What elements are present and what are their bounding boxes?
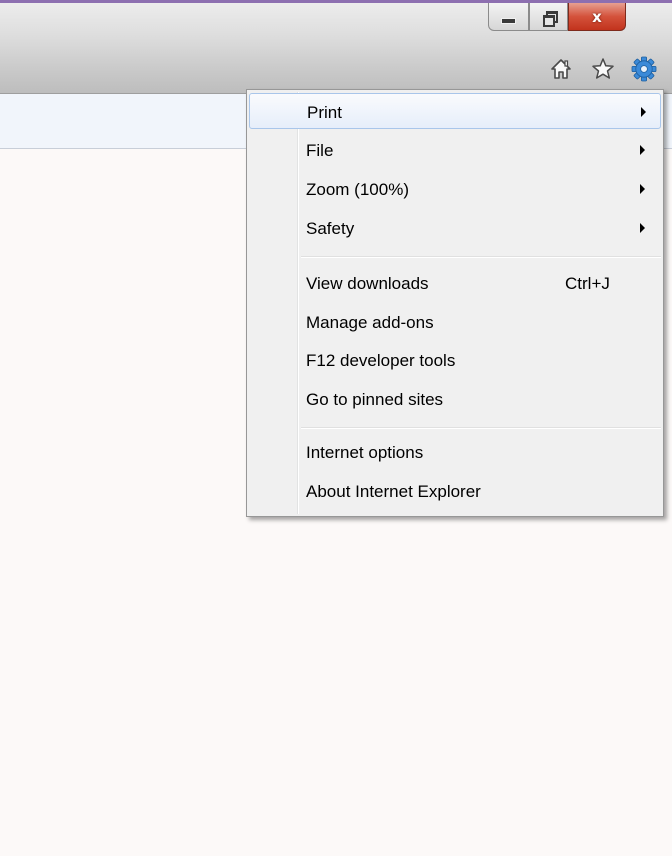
menu-item-label: Internet options (306, 443, 424, 462)
menu-item-label: Zoom (100%) (306, 180, 409, 199)
menu-item-file[interactable]: File (249, 132, 661, 168)
browser-frame: x (0, 3, 672, 93)
submenu-arrow-icon (640, 184, 645, 194)
favorites-button[interactable] (590, 56, 616, 82)
menu-item-label: Print (307, 103, 342, 122)
submenu-arrow-icon (640, 145, 645, 155)
home-icon (551, 59, 571, 79)
home-button[interactable] (548, 56, 574, 82)
menu-item-label: Go to pinned sites (306, 390, 444, 409)
menu-item-label: Safety (306, 219, 355, 238)
minimize-icon (501, 17, 516, 24)
menu-item-label: Manage add-ons (306, 313, 434, 332)
favorites-star-icon (592, 58, 614, 79)
window-controls: x (488, 3, 626, 33)
menu-item-safety[interactable]: Safety (249, 210, 661, 246)
menu-item-print[interactable]: Print (249, 93, 661, 129)
submenu-arrow-icon (640, 223, 645, 233)
menu-item-about[interactable]: About Internet Explorer (249, 473, 661, 509)
menu-item-pinned-sites[interactable]: Go to pinned sites (249, 381, 661, 417)
tools-menu: Print File Zoom (100%) Safety View downl… (246, 89, 664, 517)
menu-item-internet-options[interactable]: Internet options (249, 434, 661, 470)
close-button[interactable]: x (568, 3, 626, 31)
menu-item-manage-add-ons[interactable]: Manage add-ons (249, 304, 661, 340)
close-icon: x (592, 7, 602, 26)
menu-item-view-downloads[interactable]: View downloads Ctrl+J (249, 265, 661, 301)
menu-item-zoom[interactable]: Zoom (100%) (249, 171, 661, 207)
menu-separator (301, 427, 661, 429)
tools-gear-icon (631, 56, 657, 82)
restore-icon (542, 11, 558, 27)
menu-item-label: View downloads (306, 274, 429, 293)
submenu-arrow-icon (641, 107, 646, 117)
menu-item-shortcut: Ctrl+J (565, 274, 610, 293)
minimize-button[interactable] (488, 3, 529, 31)
menu-item-label: F12 developer tools (306, 351, 456, 370)
tools-button[interactable] (631, 56, 657, 82)
restore-button[interactable] (529, 3, 568, 31)
menu-item-developer-tools[interactable]: F12 developer tools (249, 342, 661, 378)
menu-item-label: About Internet Explorer (306, 482, 481, 501)
menu-item-label: File (306, 141, 334, 160)
menu-separator (301, 256, 661, 258)
